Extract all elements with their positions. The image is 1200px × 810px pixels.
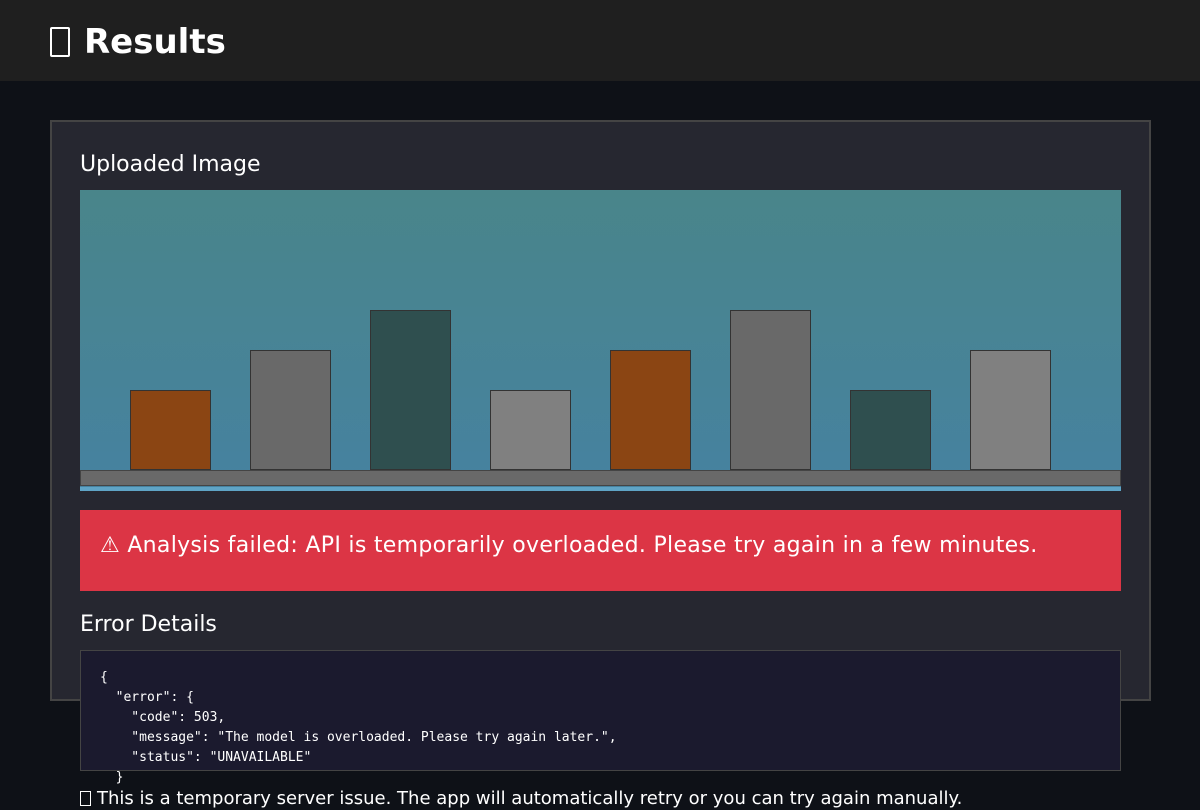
image-block-7 [850, 390, 931, 470]
uploaded-image [80, 190, 1121, 491]
error-details-heading: Error Details [80, 612, 217, 637]
retry-note-text: This is a temporary server issue. The ap… [97, 788, 963, 809]
image-block-1 [130, 390, 211, 470]
uploaded-image-heading: Uploaded Image [80, 152, 261, 177]
code-line: "message": "The model is overloaded. Ple… [100, 730, 617, 745]
code-line: "status": "UNAVAILABLE" [100, 750, 312, 765]
page-title: Results [50, 22, 226, 62]
error-alert: ⚠ Analysis failed: API is temporarily ov… [80, 510, 1121, 591]
alert-message: ⚠ Analysis failed: API is temporarily ov… [100, 533, 1038, 558]
code-line: { [100, 670, 108, 685]
image-block-8 [970, 350, 1051, 470]
code-line: } [100, 770, 124, 785]
image-block-2 [250, 350, 331, 470]
page-title-text: Results [84, 22, 226, 62]
image-block-4 [490, 390, 571, 470]
code-line: "code": 503, [100, 710, 226, 725]
image-block-5 [610, 350, 691, 470]
image-block-6 [730, 310, 811, 470]
code-line: "error": { [100, 690, 194, 705]
header-bar: Results [0, 0, 1200, 81]
image-icon [50, 27, 70, 57]
retry-note: This is a temporary server issue. The ap… [80, 788, 962, 810]
image-block-3 [370, 310, 451, 470]
info-icon [80, 791, 91, 806]
image-floor [80, 470, 1121, 486]
